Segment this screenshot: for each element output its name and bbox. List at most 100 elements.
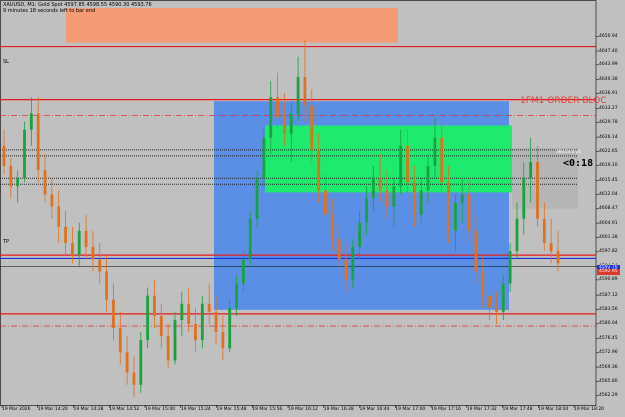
candle-body-14 <box>98 259 102 272</box>
y-tick-label: 4626.14 <box>599 134 618 140</box>
x-tick-label: 19 Mar 14:28 <box>73 407 104 412</box>
y-tick-label: 4636.91 <box>599 91 618 96</box>
candle-body-0 <box>2 145 6 167</box>
candle-body-8 <box>57 206 61 227</box>
zone-orange <box>66 8 398 43</box>
candle-body-1 <box>9 166 13 187</box>
candle-body-28 <box>194 324 197 341</box>
candle-body-49 <box>337 238 341 260</box>
candle-body-78 <box>536 162 539 219</box>
countdown-timer: <0:18 <box>563 158 594 169</box>
candle-body-17 <box>118 328 122 353</box>
candle-body-25 <box>173 319 177 361</box>
candle-body-50 <box>344 259 348 280</box>
candle-body-51 <box>351 247 355 280</box>
candle-body-67 <box>460 194 464 203</box>
candle-body-35 <box>241 259 245 284</box>
candle-body-22 <box>153 295 156 316</box>
chart-canvas[interactable] <box>0 0 625 417</box>
candle-body-57 <box>392 186 396 207</box>
y-tick-label: 4562.29 <box>599 393 618 399</box>
candle-body-19 <box>132 372 136 385</box>
candle-body-52 <box>358 222 362 248</box>
x-tick-label: 19 Mar 14:20 <box>37 407 68 412</box>
candle-body-40 <box>276 97 279 118</box>
candle-body-73 <box>501 283 505 312</box>
candle-body-34 <box>235 283 238 308</box>
x-tick-label: 19 Mar 18:04 <box>538 407 569 412</box>
candle-body-16 <box>112 299 115 329</box>
y-tick-label: 4608.47 <box>599 206 618 212</box>
candle-body-9 <box>64 226 67 243</box>
candle-body-71 <box>488 295 492 308</box>
candle-body-77 <box>529 162 533 179</box>
y-tick-label: 4576.45 <box>599 335 618 341</box>
y-tick-label: 4629.78 <box>599 119 618 125</box>
candle-body-12 <box>84 230 88 248</box>
y-tick-label: 4619.10 <box>599 163 618 169</box>
candle-body-24 <box>166 336 170 361</box>
y-tick-label: 4650.94 <box>599 34 618 40</box>
candle-body-23 <box>159 315 163 337</box>
trading-chart[interactable]: XAUUSD, M1: Gold Spot 4597.85 4598.55 45… <box>0 0 625 417</box>
candle-body-64 <box>440 137 444 183</box>
info-note: 38414.0 pc <box>556 150 582 155</box>
candle-body-39 <box>269 97 273 138</box>
price-tag: 4592.95 <box>597 268 620 275</box>
candle-body-2 <box>16 178 20 187</box>
candle-body-70 <box>481 271 485 296</box>
candle-body-27 <box>187 303 191 324</box>
y-tick-label: 4583.56 <box>599 307 618 313</box>
candle-body-80 <box>549 243 553 252</box>
candle-body-44 <box>303 76 307 106</box>
x-tick-label: 19 Mar 17:00 <box>395 407 426 412</box>
candle-body-59 <box>406 145 409 183</box>
y-tick-label: 4622.65 <box>599 148 618 154</box>
candle-body-75 <box>515 218 519 252</box>
candle-body-13 <box>91 247 95 260</box>
candle-body-61 <box>419 190 423 215</box>
y-tick-label: 4633.27 <box>599 105 618 111</box>
y-tick-label: 4612.04 <box>599 191 618 197</box>
candle-body-68 <box>467 194 471 231</box>
candle-body-43 <box>296 76 300 114</box>
x-tick-label: 19 Mar 2026 <box>2 407 31 412</box>
candle-body-55 <box>378 178 382 191</box>
candle-body-56 <box>385 190 389 207</box>
candle-body-79 <box>542 218 546 243</box>
candle-body-18 <box>125 352 129 373</box>
y-tick-label: 4640.38 <box>599 76 618 82</box>
candle-body-15 <box>105 271 108 300</box>
candle-body-31 <box>214 311 218 333</box>
candle-body-26 <box>180 303 184 320</box>
candle-body-54 <box>371 178 375 199</box>
order-block-label: 1FM1 ORDER BLOC <box>520 96 607 106</box>
y-tick-label: 4569.36 <box>599 364 618 370</box>
candle-body-76 <box>522 178 526 219</box>
bar-timer-text: 9 minutes 18 seconds left to bar end <box>3 8 96 14</box>
candle-body-60 <box>412 182 416 215</box>
candle-body-5 <box>36 113 40 171</box>
y-tick-label: 4597.82 <box>599 249 618 255</box>
x-tick-label: 19 Mar 15:56 <box>252 407 283 412</box>
y-tick-label: 4615.45 <box>599 177 618 183</box>
x-tick-label: 19 Mar 16:12 <box>288 407 319 412</box>
candle-body-20 <box>139 340 143 385</box>
candle-body-46 <box>317 149 321 191</box>
x-tick-label: 19 Mar 15:00 <box>145 407 176 412</box>
candle-body-30 <box>207 303 211 312</box>
candle-body-41 <box>283 117 286 134</box>
candle-body-21 <box>146 295 150 341</box>
zone-green <box>265 125 512 193</box>
y-tick-label: 4647.40 <box>599 48 618 54</box>
candle-body-33 <box>228 307 232 349</box>
candle-body-7 <box>50 194 54 207</box>
candle-body-62 <box>426 166 430 191</box>
y-tick-label: 4604.91 <box>599 220 618 226</box>
x-tick-label: 19 Mar 14:52 <box>109 407 140 412</box>
candle-body-66 <box>454 202 457 231</box>
candle-body-38 <box>262 137 266 179</box>
x-tick-label: 19 Mar 18:20 <box>574 407 605 412</box>
x-tick-label: 19 Mar 17:48 <box>502 407 533 412</box>
y-tick-label: 4601.38 <box>599 234 618 240</box>
